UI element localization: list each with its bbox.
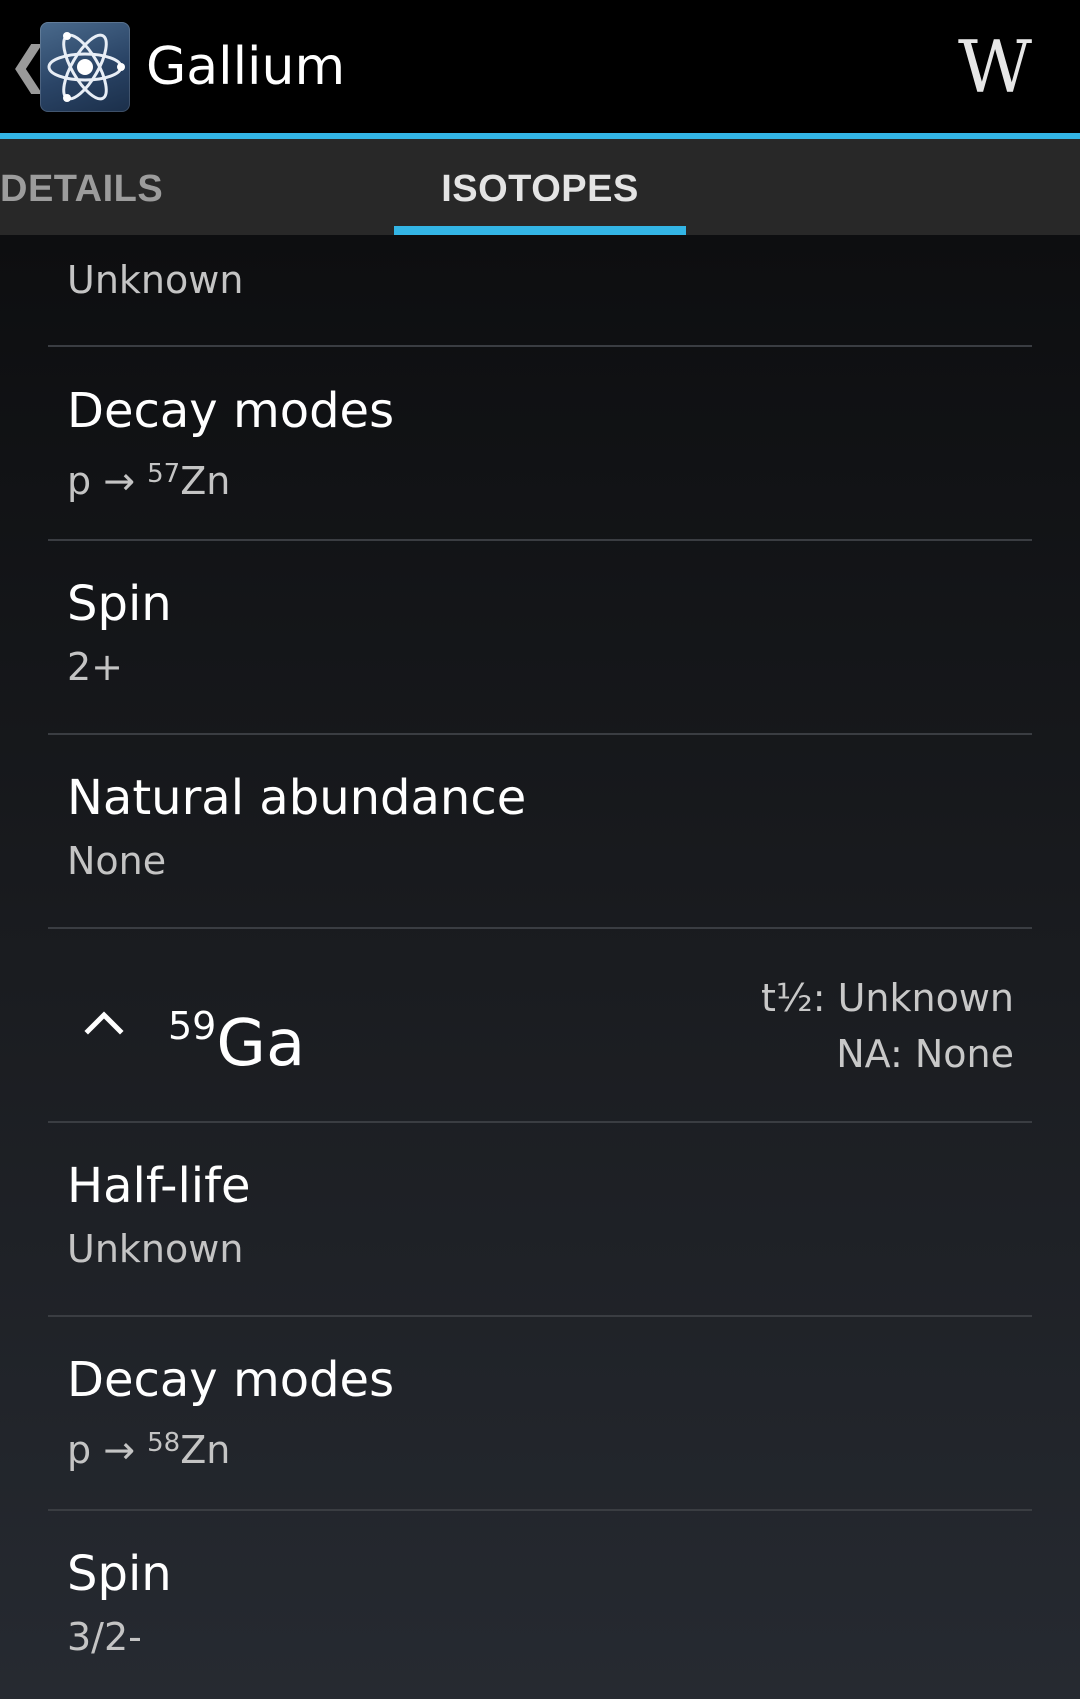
divider [48, 1121, 1032, 1123]
property-value: 2+ [67, 645, 124, 689]
property-value: p → 58Zn [67, 1428, 231, 1472]
tab-selected-indicator [394, 226, 686, 235]
property-value: p → 57Zn [67, 459, 231, 503]
property-value: None [67, 839, 167, 883]
property-value: 3/2- [67, 1615, 142, 1659]
property-label: Spin [67, 576, 172, 632]
property-label: Natural abundance [67, 770, 527, 826]
tab-isotopes[interactable]: ISOTOPES [394, 139, 686, 235]
property-value: Unknown [67, 1227, 244, 1271]
divider [48, 1315, 1032, 1317]
divider [48, 1509, 1032, 1511]
divider [48, 733, 1032, 735]
isotope-name: 59Ga [168, 1004, 306, 1081]
tab-strip: DETAILS ISOTOPES [0, 139, 1080, 235]
property-label: Half-life [67, 1158, 251, 1214]
property-row-decay-modes [48, 347, 1032, 539]
wikipedia-button[interactable]: W [940, 22, 1050, 112]
isotope-half-life-summary: t½: Unknown [760, 976, 1014, 1020]
divider [48, 539, 1032, 541]
chevron-up-icon[interactable] [82, 1001, 126, 1045]
action-bar: ❮ Gallium W [0, 0, 1080, 133]
atom-icon[interactable] [40, 22, 130, 112]
isotope-abundance-summary: NA: None [836, 1032, 1014, 1076]
page-title: Gallium [146, 37, 346, 97]
property-label: Decay modes [67, 383, 395, 439]
isotope-list[interactable]: Unknown Decay modes p → 57Zn Spin 2+ Nat… [0, 235, 1080, 1699]
tab-details[interactable]: DETAILS [0, 139, 163, 235]
property-label: Spin [67, 1546, 172, 1602]
property-label: Decay modes [67, 1352, 395, 1408]
property-value: Unknown [67, 258, 244, 302]
